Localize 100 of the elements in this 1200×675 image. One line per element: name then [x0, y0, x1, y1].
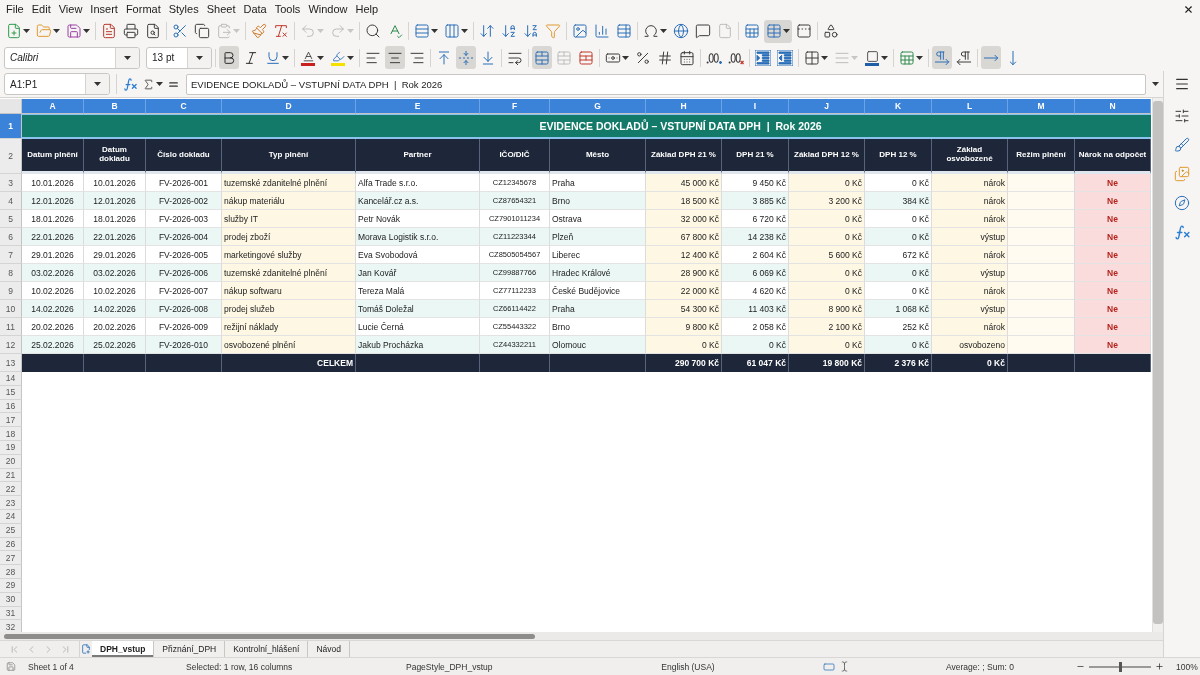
- sum-summary: Average: ; Sum: 0: [946, 661, 1014, 672]
- column-header[interactable]: E: [356, 99, 480, 114]
- row-header[interactable]: 12: [0, 336, 22, 354]
- caret-icon[interactable]: [622, 55, 629, 60]
- align-center-button[interactable]: [385, 46, 405, 69]
- column-header[interactable]: H: [646, 99, 722, 114]
- menu-item[interactable]: File: [2, 1, 28, 17]
- row-header[interactable]: 11: [0, 318, 22, 336]
- menu-icon[interactable]: [1174, 76, 1190, 92]
- sheet-cell: FV-2026-006: [146, 264, 222, 282]
- caret-icon[interactable]: [783, 29, 790, 33]
- row-header[interactable]: 5: [0, 210, 22, 228]
- column-header[interactable]: M: [1008, 99, 1075, 114]
- menu-item[interactable]: Data: [239, 1, 271, 17]
- page-style[interactable]: PageStyle_DPH_vstup: [406, 661, 493, 672]
- formula-input[interactable]: EVIDENCE DOKLADŮ – VSTUPNÍ DATA DPH | Rok 2026: [186, 73, 1146, 95]
- function-icon[interactable]: [1173, 224, 1191, 241]
- caret-icon[interactable]: [317, 55, 324, 60]
- name-box[interactable]: A1:P1: [4, 73, 110, 95]
- caret-icon[interactable]: [881, 55, 888, 60]
- column-header[interactable]: F: [480, 99, 550, 114]
- row-header[interactable]: 32: [0, 620, 22, 632]
- menu-item[interactable]: Sheet: [202, 1, 240, 17]
- menu-item[interactable]: Insert: [86, 1, 122, 17]
- row-header[interactable]: 23: [0, 496, 22, 510]
- sheet-cell: 12.01.2026: [22, 192, 84, 210]
- caret-icon[interactable]: [83, 29, 90, 33]
- menu-item[interactable]: Edit: [27, 1, 55, 17]
- sheet-cell: prodej služeb: [222, 300, 356, 318]
- row-header[interactable]: 3: [0, 174, 22, 192]
- sheet-cell: 5 600 Kč: [789, 246, 865, 264]
- column-header[interactable]: L: [932, 99, 1008, 114]
- function-icon[interactable]: [123, 76, 138, 92]
- add-sheet-icon[interactable]: [81, 644, 91, 654]
- sliders-icon[interactable]: [1174, 108, 1190, 124]
- caret-icon[interactable]: [1152, 82, 1159, 86]
- row-header[interactable]: 27: [0, 551, 22, 566]
- column-header[interactable]: I: [722, 99, 789, 114]
- column-header[interactable]: G: [550, 99, 646, 114]
- row-header[interactable]: 10: [0, 300, 22, 318]
- dropdown-button[interactable]: [85, 74, 109, 94]
- merge-center-button[interactable]: [532, 46, 552, 69]
- menu-item[interactable]: Help: [351, 1, 383, 17]
- row-header[interactable]: 2: [0, 139, 22, 174]
- zoom-level[interactable]: 100%: [1176, 661, 1198, 672]
- menu-item[interactable]: Window: [304, 1, 352, 17]
- dropdown-button[interactable]: [187, 47, 211, 68]
- sheet-tab[interactable]: DPH_vstup: [92, 641, 155, 657]
- caret-icon[interactable]: [916, 55, 923, 60]
- left-to-right-button[interactable]: [932, 46, 952, 69]
- close-icon[interactable]: [1183, 3, 1194, 15]
- highlighter-icon: [330, 49, 346, 66]
- column-header[interactable]: A: [22, 99, 84, 114]
- column-heading: Datum plnění: [22, 139, 84, 174]
- zoom-in-icon[interactable]: [1155, 662, 1164, 671]
- sheet-cell: 32 000 Kč: [646, 210, 722, 228]
- row-header[interactable]: 18: [0, 427, 22, 441]
- row-header[interactable]: 28: [0, 565, 22, 579]
- caret-icon[interactable]: [282, 55, 289, 60]
- menu-item[interactable]: View: [54, 1, 87, 17]
- menu-item[interactable]: Format: [121, 1, 165, 17]
- scrollbar-thumb[interactable]: [1153, 101, 1163, 624]
- row-header[interactable]: 8: [0, 264, 22, 282]
- column-header[interactable]: D: [222, 99, 356, 114]
- language[interactable]: English (USA): [661, 661, 715, 672]
- brush-icon[interactable]: [1174, 137, 1190, 153]
- compass-icon[interactable]: [1174, 195, 1190, 211]
- slider-thumb[interactable]: [1119, 661, 1122, 672]
- column-header[interactable]: N: [1075, 99, 1151, 114]
- caret-icon[interactable]: [821, 55, 828, 60]
- scrollbar-thumb[interactable]: [4, 633, 535, 639]
- bold-button[interactable]: [219, 46, 239, 69]
- menu-item[interactable]: Styles: [164, 1, 203, 17]
- caret-icon[interactable]: [53, 29, 60, 33]
- menu-item[interactable]: Tools: [270, 1, 305, 17]
- column-header[interactable]: J: [789, 99, 865, 114]
- sum-button[interactable]: [142, 77, 163, 91]
- caret-icon[interactable]: [660, 29, 667, 33]
- row-header[interactable]: 17: [0, 413, 22, 428]
- row-header[interactable]: 13: [0, 354, 22, 372]
- column-header[interactable]: B: [84, 99, 146, 114]
- sheet-cell: Brno: [550, 318, 646, 336]
- caret-icon[interactable]: [431, 29, 438, 33]
- font-size-field[interactable]: 13 pt: [146, 46, 212, 69]
- row-header[interactable]: 14: [0, 372, 22, 386]
- caret-icon[interactable]: [23, 29, 30, 33]
- row-header[interactable]: 7: [0, 246, 22, 264]
- dropdown-button[interactable]: [115, 47, 139, 68]
- row-header[interactable]: 22: [0, 482, 22, 497]
- sheet-title: EVIDENCE DOKLADŮ – VSTUPNÍ DATA DPH | Rok 2026: [22, 114, 1151, 139]
- row-header[interactable]: 4: [0, 192, 22, 210]
- font-name-field[interactable]: Calibri: [4, 46, 140, 69]
- row-header[interactable]: 1: [0, 114, 22, 139]
- row-header[interactable]: 6: [0, 228, 22, 246]
- row-header[interactable]: 9: [0, 282, 22, 300]
- caret-icon[interactable]: [461, 29, 468, 33]
- column-header[interactable]: C: [146, 99, 222, 114]
- freeze-button[interactable]: [764, 19, 792, 43]
- caret-icon[interactable]: [347, 55, 354, 60]
- column-header[interactable]: K: [865, 99, 932, 114]
